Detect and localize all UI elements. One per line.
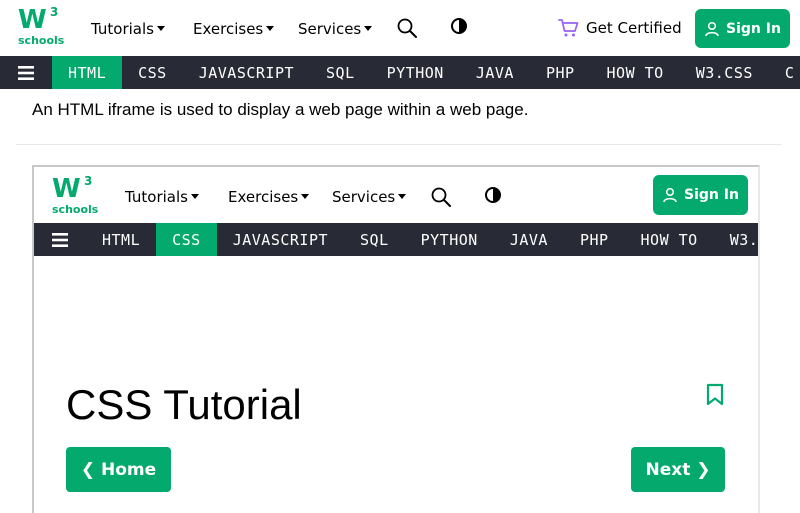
nav-item-java[interactable]: JAVA (460, 56, 530, 89)
iframe-w3schools-logo[interactable]: W 3 schools (52, 174, 98, 217)
menu-tutorials-label: Tutorials (91, 20, 154, 38)
caret-down-icon (301, 194, 310, 199)
iframe-hamburger-menu-icon[interactable] (34, 223, 86, 256)
caret-down-icon (398, 194, 407, 199)
iframe-menu-services-label: Services (332, 188, 396, 206)
iframe-menu-tutorials[interactable]: Tutorials (125, 188, 199, 206)
caret-down-icon (266, 26, 275, 31)
menu-services[interactable]: Services (298, 20, 373, 38)
bookmark-icon[interactable] (706, 383, 724, 407)
nav-item-php[interactable]: PHP (530, 56, 591, 89)
user-icon (704, 21, 720, 37)
iframe-preview[interactable]: W 3 schools Tutorials Exercises Services… (32, 165, 760, 513)
nav-item-w3-css[interactable]: W3.CSS (680, 56, 769, 89)
nav-item-html[interactable]: HTML (52, 56, 123, 89)
iframe-search-icon[interactable] (430, 186, 454, 210)
iframe-page-title: CSS Tutorial (66, 381, 302, 428)
cart-icon (558, 18, 580, 38)
iframe-nav-item-css[interactable]: CSS (156, 223, 217, 256)
iframe-menu-services[interactable]: Services (332, 188, 407, 206)
contrast-toggle-icon[interactable] (450, 17, 474, 41)
iframe-sign-in-label: Sign In (684, 187, 739, 203)
get-certified-link[interactable]: Get Certified (558, 18, 682, 38)
sign-in-label: Sign In (726, 20, 781, 37)
iframe-nav-item-html[interactable]: HTML (86, 223, 156, 256)
logo-superscript: 3 (50, 5, 59, 19)
iframe-nav-item-python[interactable]: PYTHON (405, 223, 494, 256)
iframe-nav-item-w3-css[interactable]: W3.CSS (714, 223, 758, 256)
iframe-logo-subtitle: schools (52, 203, 99, 216)
iframe-menu-tutorials-label: Tutorials (125, 188, 188, 206)
menu-tutorials[interactable]: Tutorials (91, 20, 165, 38)
get-certified-label: Get Certified (586, 19, 682, 37)
sign-in-button[interactable]: Sign In (695, 9, 790, 48)
nav-item-c[interactable]: C (769, 56, 800, 89)
iframe-logo-superscript: 3 (84, 174, 93, 188)
nav-item-sql[interactable]: SQL (310, 56, 371, 89)
iframe-topic-navbar: HTML CSS JAVASCRIPT SQL PYTHON JAVA PHP HOW TO W… (34, 223, 758, 256)
caret-down-icon (156, 26, 165, 31)
nav-item-how-to[interactable]: HOW TO (591, 56, 680, 89)
caret-down-icon (364, 26, 373, 31)
hamburger-menu-icon[interactable] (0, 56, 52, 89)
search-icon[interactable] (396, 17, 420, 41)
iframe-nav-item-sql[interactable]: SQL (344, 223, 405, 256)
logo-subtitle: schools (18, 34, 65, 47)
w3schools-logo[interactable]: W 3 schools (18, 5, 64, 48)
iframe-menu-exercises[interactable]: Exercises (228, 188, 310, 206)
iframe-logo-mark: W (52, 174, 81, 204)
nav-item-css[interactable]: CSS (122, 56, 183, 89)
iframe-contrast-toggle-icon[interactable] (484, 186, 508, 210)
iframe-nav-item-how-to[interactable]: HOW TO (625, 223, 714, 256)
user-icon (662, 187, 678, 203)
iframe-sign-in-button[interactable]: Sign In (653, 175, 748, 215)
nav-item-javascript[interactable]: JAVASCRIPT (183, 56, 310, 89)
topic-navbar: HTML CSS JAVASCRIPT SQL PYTHON JAVA PHP HOW TO W… (0, 56, 800, 89)
iframe-nav-item-javascript[interactable]: JAVASCRIPT (217, 223, 344, 256)
iframe-nav-item-php[interactable]: PHP (564, 223, 625, 256)
iframe-nav-item-java[interactable]: JAVA (494, 223, 564, 256)
section-divider (16, 144, 782, 145)
next-button[interactable]: Next ❯ (631, 447, 725, 492)
intro-text: An HTML iframe is used to display a web … (32, 100, 529, 119)
menu-exercises[interactable]: Exercises (193, 20, 275, 38)
iframe-menu-exercises-label: Exercises (228, 188, 299, 206)
iframe-content: W 3 schools Tutorials Exercises Services… (34, 167, 758, 513)
nav-item-python[interactable]: PYTHON (371, 56, 460, 89)
menu-exercises-label: Exercises (193, 20, 264, 38)
top-header: W 3 schools Tutorials Exercises Services… (0, 0, 800, 56)
logo-mark: W (18, 5, 47, 35)
menu-services-label: Services (298, 20, 362, 38)
caret-down-icon (190, 194, 199, 199)
home-button[interactable]: ❮ Home (66, 447, 171, 492)
